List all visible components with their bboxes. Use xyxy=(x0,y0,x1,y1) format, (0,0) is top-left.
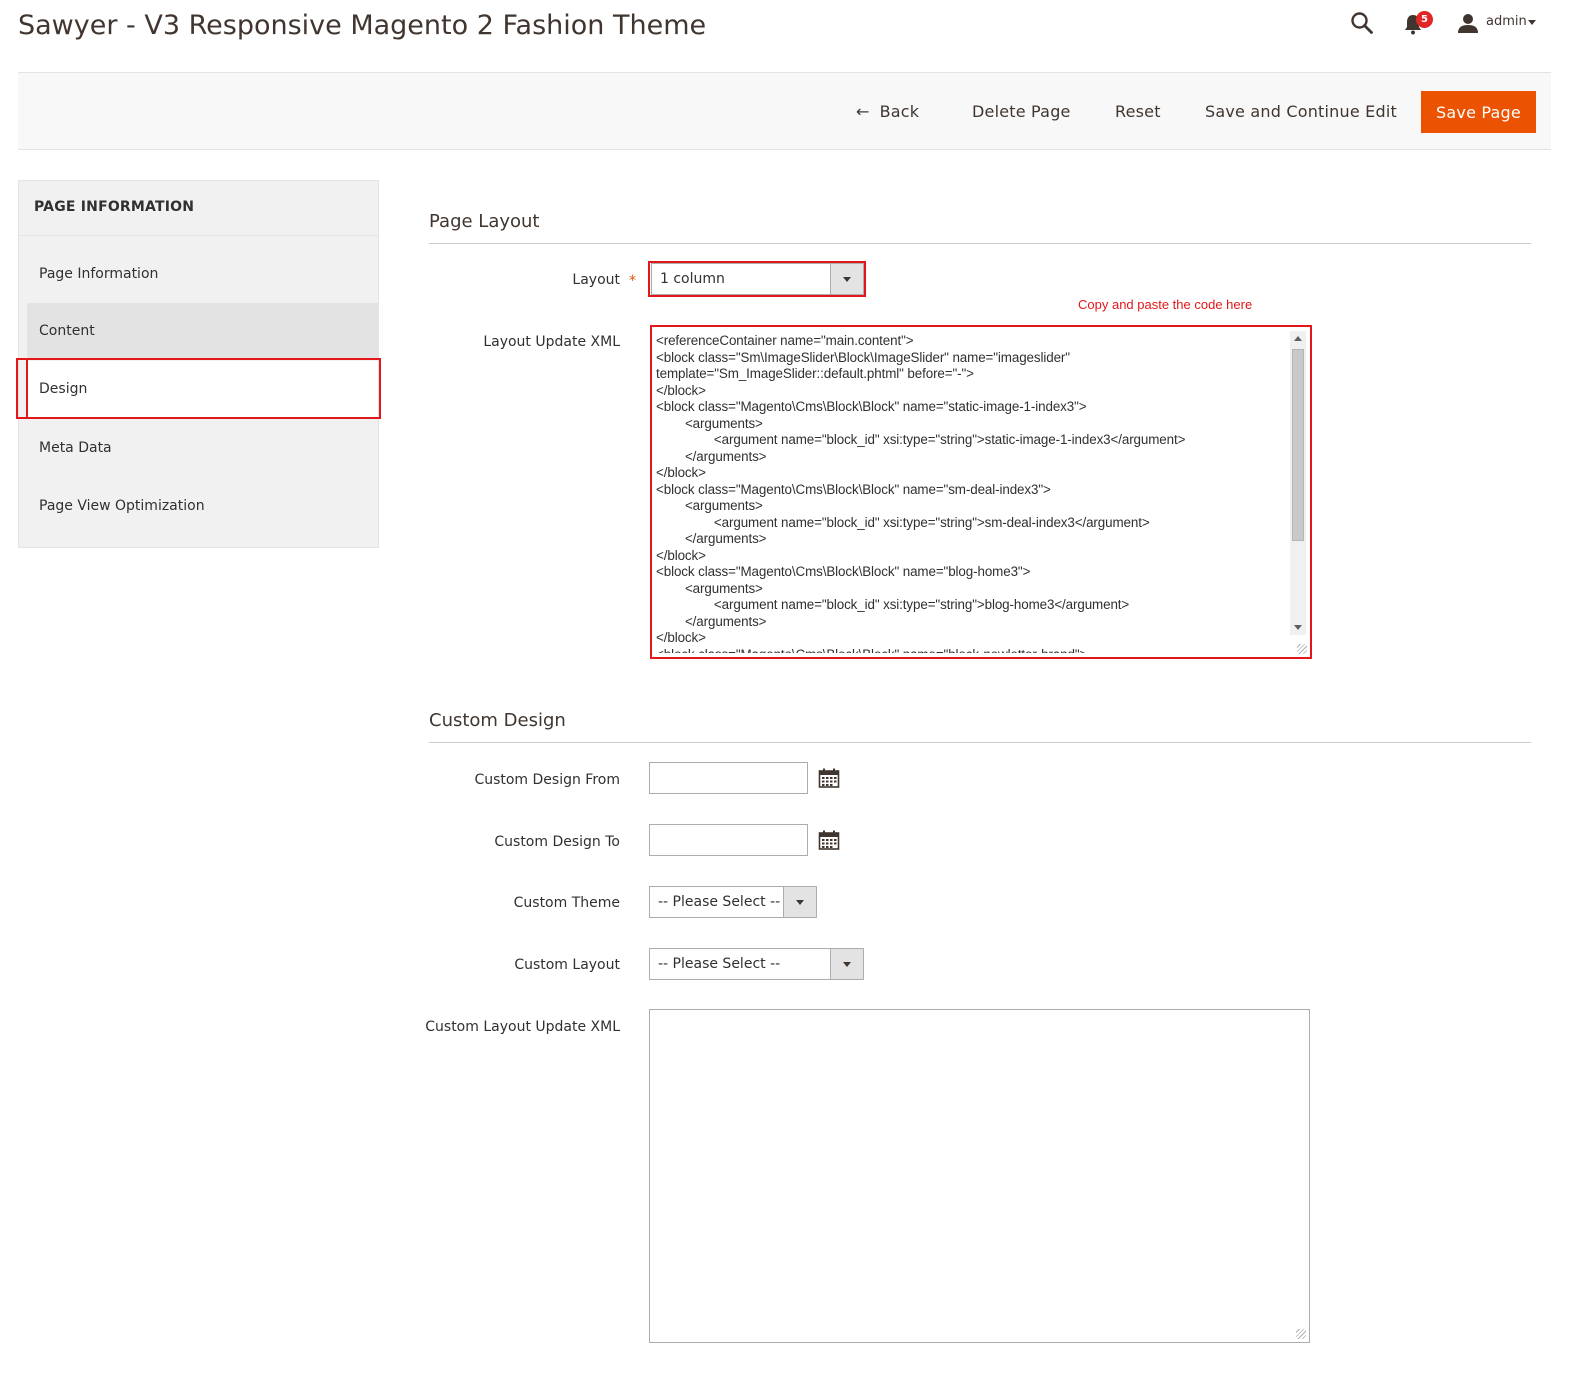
save-and-continue-button[interactable]: Save and Continue Edit xyxy=(1205,91,1397,133)
custom-layout-select-value: -- Please Select -- xyxy=(658,956,781,972)
arrow-left-icon: ← xyxy=(856,102,870,121)
calendar-icon[interactable] xyxy=(818,767,840,789)
chevron-down-icon[interactable] xyxy=(783,887,816,917)
sidebar-item-page-information[interactable]: Page Information xyxy=(27,246,378,303)
divider xyxy=(429,742,1531,743)
layout-highlight-box xyxy=(648,261,866,297)
resize-handle-icon[interactable] xyxy=(1296,1329,1306,1339)
reset-button[interactable]: Reset xyxy=(1115,91,1161,133)
custom-layout-select[interactable]: -- Please Select -- xyxy=(649,948,864,980)
hint-annotation: Copy and paste the code here xyxy=(1078,297,1253,312)
custom-theme-select[interactable]: -- Please Select -- xyxy=(649,886,817,918)
custom-theme-select-value: -- Please Select -- xyxy=(658,894,781,910)
scroll-up-icon[interactable] xyxy=(1294,336,1302,341)
save-page-button[interactable]: Save Page xyxy=(1421,91,1536,133)
back-button[interactable]: ← Back xyxy=(856,91,919,133)
custom-layout-update-xml-label: Custom Layout Update XML xyxy=(425,1019,620,1035)
page-actions-toolbar: ← Back Delete Page Reset Save and Continu… xyxy=(18,72,1551,150)
resize-handle-icon[interactable] xyxy=(1297,644,1307,654)
custom-design-to-label: Custom Design To xyxy=(494,834,620,850)
layout-update-xml-textarea[interactable]: <referenceContainer name="main.content">… xyxy=(650,325,1312,659)
sidebar-title: PAGE INFORMATION xyxy=(34,199,195,215)
back-label: Back xyxy=(879,102,920,121)
custom-design-from-label: Custom Design From xyxy=(474,772,620,788)
sidebar-item-page-view-optimization[interactable]: Page View Optimization xyxy=(27,478,378,535)
active-item-marker xyxy=(26,360,28,417)
custom-layout-label: Custom Layout xyxy=(514,957,620,973)
required-mark: * xyxy=(629,273,636,289)
sidebar-item-content[interactable]: Content xyxy=(27,303,378,360)
custom-design-from-input[interactable] xyxy=(649,762,808,794)
page-layout-title: Page Layout xyxy=(429,211,540,232)
chevron-down-icon[interactable] xyxy=(1528,20,1536,25)
user-name[interactable]: admin xyxy=(1486,14,1527,29)
calendar-icon[interactable] xyxy=(818,829,840,851)
layout-update-xml-label: Layout Update XML xyxy=(483,334,620,350)
sidebar-item-meta-data[interactable]: Meta Data xyxy=(27,420,378,477)
custom-theme-label: Custom Theme xyxy=(513,895,620,911)
layout-label: Layout xyxy=(572,272,620,288)
divider xyxy=(19,235,378,236)
user-icon[interactable] xyxy=(1457,12,1479,34)
custom-design-title: Custom Design xyxy=(429,710,566,731)
scrollbar-thumb[interactable] xyxy=(1292,349,1304,541)
scroll-down-icon[interactable] xyxy=(1294,625,1302,630)
notification-badge[interactable]: 5 xyxy=(1416,11,1433,28)
chevron-down-icon[interactable] xyxy=(830,949,863,979)
page-title: Sawyer - V3 Responsive Magento 2 Fashion… xyxy=(18,10,707,41)
divider xyxy=(429,243,1531,244)
custom-design-to-input[interactable] xyxy=(649,824,808,856)
delete-page-button[interactable]: Delete Page xyxy=(972,91,1071,133)
search-icon[interactable] xyxy=(1350,11,1374,35)
layout-update-xml-content[interactable]: <referenceContainer name="main.content">… xyxy=(656,333,1286,653)
custom-layout-update-xml-textarea[interactable] xyxy=(649,1009,1310,1343)
scrollbar[interactable] xyxy=(1290,331,1306,635)
design-highlight-box xyxy=(16,358,381,419)
